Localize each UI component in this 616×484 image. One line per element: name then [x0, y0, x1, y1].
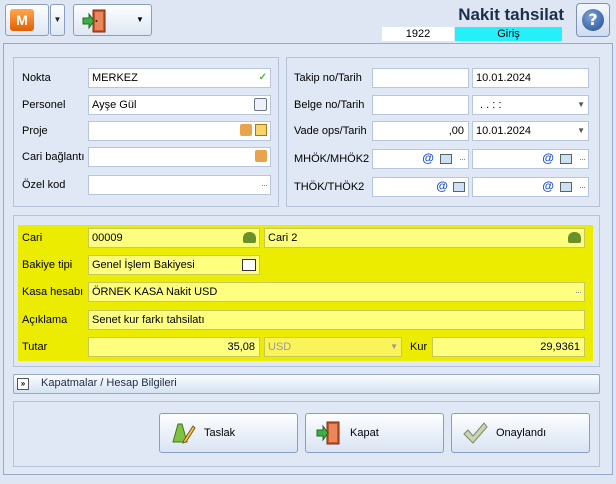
person-lookup-icon[interactable]: [254, 98, 267, 111]
email-at-icon: @: [436, 179, 448, 193]
lookup-icon[interactable]: [453, 182, 465, 192]
cari-code-field[interactable]: 00009: [88, 228, 260, 248]
vade-ops-field[interactable]: ,00: [372, 121, 469, 141]
kasa-label: Kasa hesabı: [22, 286, 84, 298]
chevron-down-icon[interactable]: ▼: [577, 98, 585, 112]
takip-date-field[interactable]: 10.01.2024: [472, 68, 589, 88]
expand-icon: »: [17, 378, 29, 390]
email-at-icon: @: [422, 151, 434, 165]
aciklama-label: Açıklama: [22, 314, 68, 326]
onaylandi-label: Onaylandı: [496, 427, 547, 439]
lookup-icon[interactable]: [440, 154, 452, 164]
people-icon[interactable]: [243, 232, 256, 243]
module-dropdown-arrow[interactable]: ▼: [50, 4, 65, 36]
cari-label: Cari: [22, 232, 43, 244]
chevron-down-icon[interactable]: ▼: [390, 340, 398, 354]
module-menu-button[interactable]: M: [5, 4, 49, 36]
ellipsis-icon[interactable]: ···: [459, 152, 466, 166]
bakiye-field[interactable]: Genel İşlem Bakiyesi: [88, 255, 260, 275]
help-button[interactable]: ?: [576, 3, 610, 37]
email-at-icon: @: [542, 151, 554, 165]
document-state-badge: Giriş: [455, 27, 562, 41]
email-at-icon: @: [542, 179, 554, 193]
kur-label: Kur: [410, 341, 428, 353]
cari-baglanti-field[interactable]: [88, 147, 271, 167]
nokta-field[interactable]: MERKEZ ✓: [88, 68, 271, 88]
approve-check-icon: [463, 422, 488, 444]
taslak-label: Taslak: [204, 427, 236, 439]
bakiye-label: Bakiye tipi: [22, 259, 73, 271]
project-hand-icon[interactable]: [240, 124, 252, 136]
kapat-label: Kapat: [350, 427, 379, 439]
vade-date-field[interactable]: 10.01.2024 ▼: [472, 121, 589, 141]
draft-pencil-icon: [172, 423, 196, 444]
ellipsis-icon[interactable]: ···: [261, 178, 268, 192]
nokta-label: Nokta: [22, 72, 51, 84]
proje-field[interactable]: [88, 121, 271, 141]
thok-label: THÖK/THÖK2: [294, 181, 365, 193]
ellipsis-icon[interactable]: ···: [579, 180, 586, 194]
takip-no-field[interactable]: [372, 68, 469, 88]
project-edit-icon[interactable]: [255, 124, 267, 136]
proje-label: Proje: [22, 125, 48, 137]
people-icon[interactable]: [568, 232, 581, 243]
cari-name-field[interactable]: Cari 2: [264, 228, 585, 248]
currency-select[interactable]: USD ▼: [264, 337, 402, 357]
valid-check-icon: ✓: [258, 72, 267, 83]
door-exit-icon: [316, 421, 340, 445]
exit-menu-button[interactable]: ▼: [73, 4, 152, 36]
tutar-field[interactable]: 35,08: [88, 337, 260, 357]
kapat-button[interactable]: Kapat: [305, 413, 444, 453]
ozel-kod-field[interactable]: ···: [88, 175, 271, 195]
takip-label: Takip no/Tarih: [294, 72, 362, 84]
kur-field[interactable]: 29,9361: [432, 337, 585, 357]
tutar-label: Tutar: [22, 341, 48, 353]
exit-dropdown-arrow[interactable]: ▼: [136, 15, 144, 24]
personel-label: Personel: [22, 99, 66, 111]
kasa-field[interactable]: ÖRNEK KASA Nakit USD ···: [88, 282, 585, 302]
ozel-kod-label: Özel kod: [22, 179, 66, 191]
belge-label: Belge no/Tarih: [294, 99, 365, 111]
lookup-icon[interactable]: [560, 154, 572, 164]
link-hand-icon[interactable]: [255, 150, 267, 162]
mhok-field[interactable]: @ ···: [372, 149, 469, 169]
mhok2-field[interactable]: @ ···: [472, 149, 589, 169]
onaylandi-button[interactable]: Onaylandı: [451, 413, 590, 453]
personel-field[interactable]: Ayşe Gül: [88, 95, 271, 115]
belge-date-field[interactable]: . . : : ▼: [472, 95, 589, 115]
ellipsis-icon[interactable]: ···: [579, 152, 586, 166]
kapatmalar-expander[interactable]: » Kapatmalar / Hesap Bilgileri: [13, 374, 600, 394]
document-code: 1922: [382, 27, 454, 41]
thok2-field[interactable]: @ ···: [472, 177, 589, 197]
calculator-icon[interactable]: [242, 259, 256, 271]
chevron-down-icon[interactable]: ▼: [577, 124, 585, 138]
lookup-icon[interactable]: [560, 182, 572, 192]
module-logo-icon: M: [10, 9, 34, 31]
cari-baglanti-label: Cari bağlantı: [22, 151, 85, 163]
aciklama-field[interactable]: Senet kur farkı tahsilatı: [88, 310, 585, 330]
thok-field[interactable]: @: [372, 177, 469, 197]
expander-label: Kapatmalar / Hesap Bilgileri: [41, 377, 177, 389]
taslak-button[interactable]: Taslak: [159, 413, 298, 453]
door-exit-icon: [82, 9, 106, 33]
form-title: Nakit tahsilat: [458, 5, 564, 24]
belge-no-field[interactable]: [372, 95, 469, 115]
help-icon: ?: [582, 9, 604, 31]
mhok-label: MHÖK/MHÖK2: [294, 153, 370, 165]
vade-label: Vade ops/Tarih: [294, 125, 367, 137]
ellipsis-icon[interactable]: ···: [575, 285, 582, 299]
